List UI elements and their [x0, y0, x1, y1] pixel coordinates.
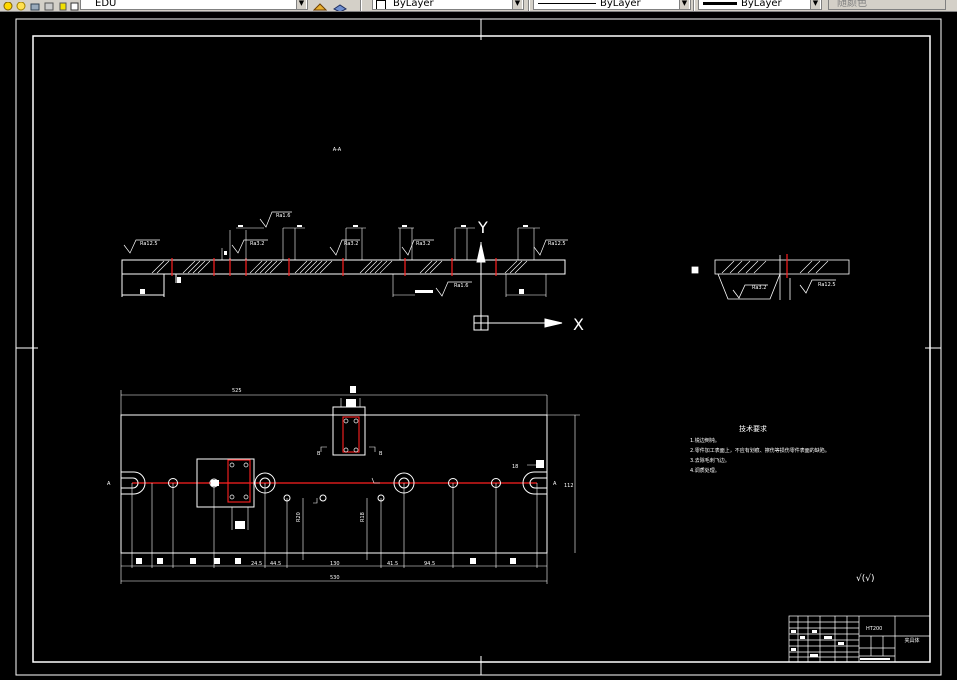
print-icon[interactable]: [43, 0, 55, 11]
outer-sheet-border: [15, 18, 942, 676]
section-marker: A: [107, 481, 111, 487]
dimension-overall-length: 525: [232, 388, 242, 394]
toolbar-separator: [360, 0, 362, 11]
roughness-label: Ra12.5: [818, 282, 836, 288]
technical-requirements: 技术要求 1.锐边倒钝。 2.零件加工表面上，不应有划痕、擦伤等损伤零件表面的缺…: [690, 424, 830, 474]
toolbar-separator: [693, 0, 695, 11]
section-marker: B: [317, 451, 321, 457]
roughness-label: Ra1.6: [454, 283, 468, 289]
dimension-label: 530: [330, 575, 340, 581]
roughness-label: Ra3.2: [416, 241, 430, 247]
hole-centerlines: [171, 258, 497, 276]
section-view-label: A-A: [333, 147, 342, 153]
dimension-label: 41.5: [387, 561, 398, 567]
lineweight-preview: [703, 2, 737, 5]
tech-requirement-item: 4.调质处理。: [690, 467, 720, 474]
layer-previous-icon[interactable]: [333, 0, 347, 11]
sun-icon[interactable]: [15, 0, 27, 11]
linetype-preview: [538, 3, 596, 4]
title-block-fills: [791, 630, 890, 660]
side-view: [691, 255, 850, 300]
roughness-label: Ra3.2: [752, 285, 766, 291]
dimension-label: 24.5: [251, 561, 262, 567]
plan-body-outline: [120, 414, 548, 554]
cad-window: EDU ▼ ByLayer ▼ ByLayer ▼ ByLayer ▼ 随颜色: [0, 0, 957, 680]
roughness-label: Ra3.2: [250, 241, 264, 247]
make-current-layer-icon[interactable]: [312, 0, 328, 11]
tech-requirement-item: 1.锐边倒钝。: [690, 437, 720, 444]
color-combo[interactable]: ByLayer ▼: [372, 0, 524, 10]
dimension-label: 18: [512, 464, 518, 470]
color-swatch: [376, 0, 386, 9]
dimension-label: 94.5: [424, 561, 435, 567]
lineweight-combo-value: ByLayer: [741, 0, 782, 9]
lock-icon[interactable]: [29, 0, 41, 11]
inner-drawing-frame: [32, 35, 931, 663]
model-space-canvas[interactable]: A-A Ra12.5 Ra3.2 Ra1.6 Ra3.2 Ra3.2 Ra1.6…: [0, 12, 957, 680]
layer-state-icon[interactable]: [2, 0, 14, 11]
toolbar-separator: [528, 0, 530, 11]
layer-combo-value: EDU: [95, 0, 117, 9]
linetype-combo-value: ByLayer: [600, 0, 641, 9]
title-block-part-name: 夹具体: [904, 637, 919, 644]
ucs-x-label: X: [573, 315, 584, 334]
tech-requirements-title: 技术要求: [739, 424, 767, 433]
drawing-svg: A-A Ra12.5 Ra3.2 Ra1.6 Ra3.2 Ra3.2 Ra1.6…: [15, 18, 942, 676]
dimension-label: 44.5: [270, 561, 281, 567]
roughness-label: Ra12.5: [140, 241, 158, 247]
section-hatching: [151, 260, 528, 274]
chevron-down-icon[interactable]: ▼: [512, 0, 522, 9]
top-section-view: Ra12.5 Ra3.2 Ra1.6 Ra3.2 Ra3.2 Ra1.6 Ra1…: [121, 211, 584, 334]
chevron-down-icon[interactable]: ▼: [296, 0, 306, 9]
holes: [168, 472, 501, 502]
plotstyle-combo-value: 随颜色: [837, 0, 867, 9]
section-marker: B: [379, 451, 383, 457]
layer-color-icon[interactable]: [57, 0, 69, 11]
color-combo-value: ByLayer: [393, 0, 434, 9]
linetype-combo[interactable]: ByLayer ▼: [533, 0, 691, 10]
dimension-label: R20: [296, 512, 302, 522]
layer-combo[interactable]: EDU ▼: [80, 0, 308, 10]
roughness-label: Ra1.6: [276, 213, 290, 219]
overall-roughness-symbol: √(√): [856, 573, 875, 584]
section-marker: A: [553, 481, 557, 487]
tech-requirement-item: 2.零件加工表面上，不应有划痕、擦伤等损伤零件表面的缺陷。: [690, 447, 830, 454]
properties-toolbar: EDU ▼ ByLayer ▼ ByLayer ▼ ByLayer ▼ 随颜色: [0, 0, 957, 12]
chevron-down-icon[interactable]: ▼: [810, 0, 820, 9]
roughness-label: Ra12.5: [548, 241, 566, 247]
dimension-height: 112: [564, 483, 574, 489]
tech-requirement-item: 3.去除毛刺飞边。: [690, 457, 730, 464]
title-block-material: HT200: [866, 626, 882, 632]
ucs-y-label: Y: [477, 218, 488, 237]
plotstyle-combo[interactable]: 随颜色: [828, 0, 946, 10]
dimension-label: R18: [360, 512, 366, 522]
dimension-label: 130: [330, 561, 340, 567]
lineweight-combo[interactable]: ByLayer ▼: [698, 0, 822, 10]
plan-view: 525 112 24.5 44.5 130 41.5 94.5 530 R20 …: [107, 386, 580, 584]
roughness-label: Ra3.2: [344, 241, 358, 247]
chevron-down-icon[interactable]: ▼: [679, 0, 689, 9]
